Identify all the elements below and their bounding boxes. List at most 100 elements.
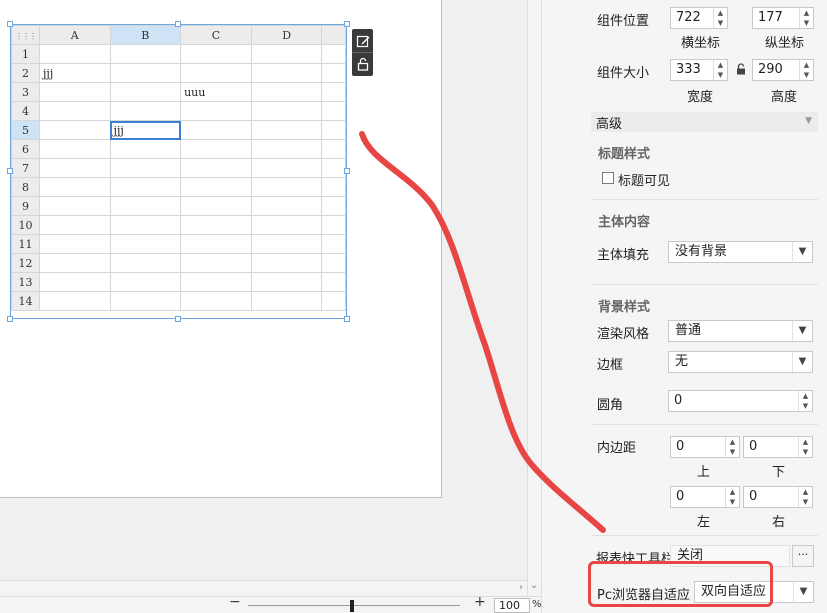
resize-handle-l[interactable] (7, 168, 13, 174)
cell-a5[interactable] (39, 120, 111, 140)
cell-extra[interactable] (321, 158, 346, 178)
scroll-down-icon[interactable]: ⌄ (530, 580, 538, 591)
row-header[interactable]: 12 (11, 253, 40, 273)
border-select[interactable]: 无 ▼ (668, 351, 813, 373)
cell-c2[interactable] (180, 63, 252, 83)
position-x-stepper[interactable]: ▲ ▼ (713, 8, 727, 28)
cell-c12[interactable] (180, 253, 252, 273)
cell-a12[interactable] (39, 253, 111, 273)
resize-handle-br[interactable] (344, 316, 350, 322)
resize-handle-tr[interactable] (344, 21, 350, 27)
cell-c5[interactable] (180, 120, 252, 140)
position-y-stepper[interactable]: ▲ ▼ (799, 8, 813, 28)
cell-extra[interactable] (321, 120, 346, 140)
collapse-caret-icon[interactable]: ▼ (805, 116, 812, 126)
cell-d5[interactable] (250, 120, 323, 140)
cell-extra[interactable] (321, 234, 346, 254)
zoom-input[interactable]: 100 (494, 598, 530, 613)
lock-widget-button[interactable] (352, 52, 373, 75)
row-header[interactable]: 13 (11, 272, 40, 292)
chevron-down-icon[interactable]: ▼ (792, 352, 812, 372)
resize-handle-r[interactable] (344, 168, 350, 174)
column-header-extra[interactable] (321, 25, 346, 45)
cell-c9[interactable] (180, 196, 252, 216)
size-width-stepper[interactable]: ▲ ▼ (713, 60, 727, 80)
padding-bottom-input[interactable]: 0 ▲ ▼ (743, 436, 813, 458)
cell-b5[interactable]: jjj (109, 120, 182, 140)
edit-widget-button[interactable] (352, 29, 373, 52)
cell-b14[interactable] (109, 291, 182, 311)
cell-d12[interactable] (250, 253, 323, 273)
column-header-a[interactable]: A (39, 25, 111, 45)
scroll-right-icon[interactable]: › (519, 582, 523, 593)
cell-c6[interactable] (180, 139, 252, 159)
grid-corner[interactable]: ⋮⋮⋮ (11, 25, 40, 45)
chevron-down-icon[interactable]: ▼ (792, 242, 812, 262)
vertical-scrollbar[interactable]: ⌄ (527, 0, 541, 596)
cell-b13[interactable] (109, 272, 182, 292)
size-width-input[interactable]: 333 ▲ ▼ (670, 59, 728, 81)
cell-a1[interactable] (39, 44, 111, 64)
cell-d14[interactable] (250, 291, 323, 311)
row-header[interactable]: 1 (11, 44, 40, 64)
title-visible-checkbox[interactable] (602, 172, 614, 184)
cell-d3[interactable] (250, 82, 323, 102)
corner-radius-stepper[interactable]: ▲ ▼ (798, 391, 812, 411)
zoom-in-button[interactable]: + (474, 594, 486, 610)
cell-extra[interactable] (321, 139, 346, 159)
cell-a9[interactable] (39, 196, 111, 216)
padding-bottom-stepper[interactable]: ▲ ▼ (798, 437, 812, 457)
cell-a2[interactable]: jjj (39, 63, 111, 83)
padding-top-input[interactable]: 0 ▲ ▼ (670, 436, 740, 458)
cell-extra[interactable] (321, 253, 346, 273)
cell-b3[interactable] (109, 82, 182, 102)
padding-right-input[interactable]: 0 ▲ ▼ (743, 486, 813, 508)
cell-extra[interactable] (321, 215, 346, 235)
title-visible-label[interactable]: 标题可见 (618, 170, 670, 189)
cell-d13[interactable] (250, 272, 323, 292)
cell-b1[interactable] (109, 44, 182, 64)
cell-a6[interactable] (39, 139, 111, 159)
cell-c8[interactable] (180, 177, 252, 197)
cell-c3[interactable]: uuu (180, 82, 252, 102)
size-height-input[interactable]: 290 ▲ ▼ (752, 59, 814, 81)
resize-handle-t[interactable] (175, 21, 181, 27)
position-y-input[interactable]: 177 ▲ ▼ (752, 7, 814, 29)
resize-handle-b[interactable] (175, 316, 181, 322)
padding-left-stepper[interactable]: ▲ ▼ (725, 487, 739, 507)
cell-d8[interactable] (250, 177, 323, 197)
row-header[interactable]: 10 (11, 215, 40, 235)
cell-a4[interactable] (39, 101, 111, 121)
cell-c4[interactable] (180, 101, 252, 121)
cell-a10[interactable] (39, 215, 111, 235)
cell-c11[interactable] (180, 234, 252, 254)
zoom-out-button[interactable]: − (229, 594, 241, 610)
cell-a11[interactable] (39, 234, 111, 254)
render-style-select[interactable]: 普通 ▼ (668, 320, 813, 342)
row-header[interactable]: 8 (11, 177, 40, 197)
zoom-slider-thumb[interactable] (350, 600, 354, 612)
cell-b8[interactable] (109, 177, 182, 197)
chevron-down-icon[interactable]: ▼ (793, 582, 813, 602)
row-header[interactable]: 2 (11, 63, 40, 83)
cell-extra[interactable] (321, 44, 346, 64)
body-fill-select[interactable]: 没有背景 ▼ (668, 241, 813, 263)
cell-a13[interactable] (39, 272, 111, 292)
padding-right-stepper[interactable]: ▲ ▼ (798, 487, 812, 507)
cell-a3[interactable] (39, 82, 111, 102)
more-options-button[interactable]: ··· (792, 545, 814, 567)
cell-d7[interactable] (250, 158, 323, 178)
column-header-d[interactable]: D (250, 25, 323, 45)
cell-b4[interactable] (109, 101, 182, 121)
cell-extra[interactable] (321, 291, 346, 311)
cell-b9[interactable] (109, 196, 182, 216)
corner-radius-input[interactable]: 0 ▲ ▼ (668, 390, 813, 412)
column-header-b[interactable]: B (109, 25, 182, 45)
cell-b6[interactable] (109, 139, 182, 159)
row-header[interactable]: 11 (11, 234, 40, 254)
cell-b10[interactable] (109, 215, 182, 235)
padding-left-input[interactable]: 0 ▲ ▼ (670, 486, 740, 508)
chevron-down-icon[interactable]: ▼ (792, 321, 812, 341)
padding-top-stepper[interactable]: ▲ ▼ (725, 437, 739, 457)
cell-d10[interactable] (250, 215, 323, 235)
